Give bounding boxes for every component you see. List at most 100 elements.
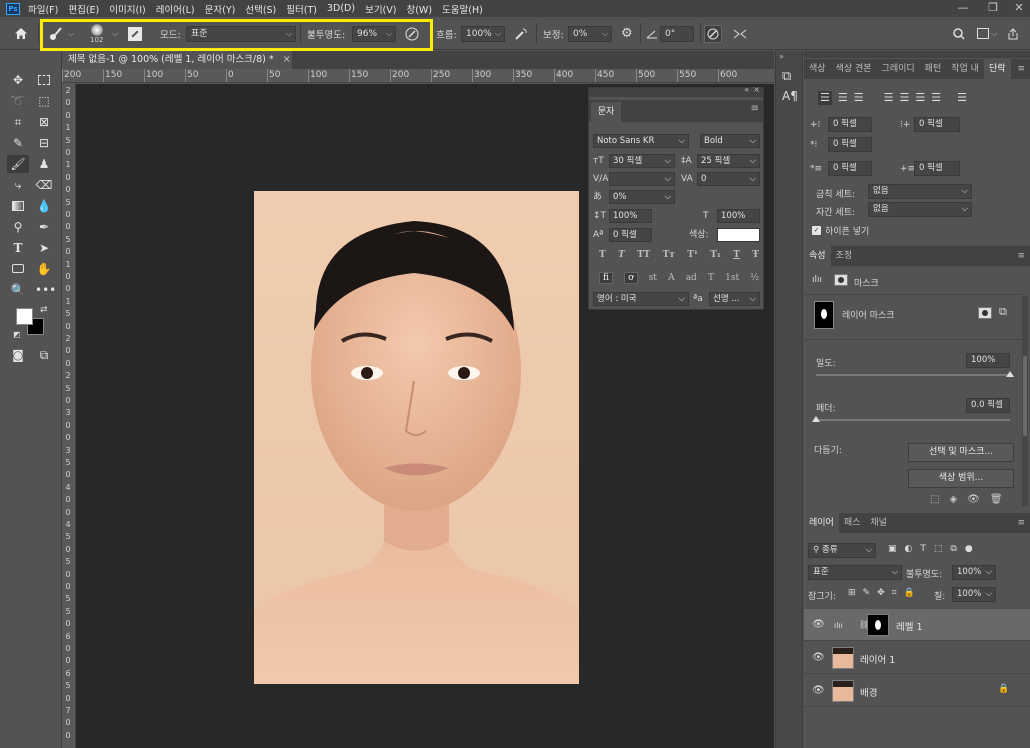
- menu-select[interactable]: 선택(S): [245, 2, 276, 16]
- menu-window[interactable]: 창(W): [406, 2, 432, 16]
- indent-first-field[interactable]: 0 픽셀: [828, 137, 872, 152]
- ligatures-button[interactable]: fi: [599, 272, 614, 284]
- lock-position-icon[interactable]: ✥: [877, 588, 885, 600]
- pen-tool-icon[interactable]: ✒: [35, 218, 53, 236]
- filter-shape-icon[interactable]: ⬚: [934, 544, 943, 557]
- share-icon[interactable]: [1007, 17, 1019, 50]
- ordinals-button[interactable]: T: [708, 273, 714, 283]
- screen-mode-icon[interactable]: ⧉: [35, 346, 53, 364]
- clone-stamp-tool-icon[interactable]: ♟: [35, 155, 53, 173]
- portrait-photo[interactable]: [254, 191, 579, 684]
- tab-gradients[interactable]: 그레이디: [877, 59, 920, 79]
- document-tab[interactable]: 제목 없음-1 @ 100% (레벨 1, 레이어 마스크/8) * ×: [62, 51, 292, 69]
- lock-artboard-icon[interactable]: ⌗: [892, 588, 897, 600]
- strikethrough-button[interactable]: Ŧ: [752, 250, 759, 264]
- all-caps-button[interactable]: TT: [637, 250, 650, 264]
- mojikumi-dropdown[interactable]: 없음 ⌵: [868, 202, 972, 217]
- vector-mask-icon[interactable]: ⧉: [999, 305, 1007, 319]
- underline-button[interactable]: T: [733, 250, 740, 264]
- gear-icon[interactable]: ⚙: [621, 17, 633, 50]
- eye-icon[interactable]: 👁: [812, 685, 825, 697]
- eyedropper-tool-icon[interactable]: ✎: [9, 134, 27, 152]
- filter-type-icon[interactable]: T: [920, 544, 926, 557]
- justify-last-center-icon[interactable]: ☰: [900, 91, 910, 105]
- apply-mask-icon[interactable]: ◈: [949, 494, 957, 508]
- superscript-button[interactable]: T¹: [687, 250, 698, 264]
- tab-color[interactable]: 색상: [804, 59, 831, 79]
- tab-swatches[interactable]: 색상 견본: [831, 59, 877, 79]
- minimize-icon[interactable]: —: [948, 0, 978, 17]
- swash-button[interactable]: st: [649, 273, 657, 283]
- align-left-icon[interactable]: ☰: [818, 91, 832, 105]
- space-after-field[interactable]: 0 픽셀: [914, 161, 960, 176]
- menu-type[interactable]: 문자(Y): [205, 2, 236, 16]
- frame-tool-icon[interactable]: ⊠: [35, 113, 53, 131]
- gradient-tool-icon[interactable]: [9, 197, 27, 215]
- font-family-field[interactable]: Noto Sans KR ⌵: [593, 134, 689, 148]
- small-caps-button[interactable]: Tт: [663, 250, 675, 264]
- collapse-icon[interactable]: »: [779, 52, 784, 61]
- default-colors-icon[interactable]: ◩: [13, 330, 21, 339]
- menu-filter[interactable]: 필터(T): [286, 2, 317, 16]
- text-color-swatch[interactable]: [717, 228, 760, 242]
- history-brush-tool-icon[interactable]: ⤷: [9, 176, 27, 194]
- feather-slider-track[interactable]: [816, 419, 1010, 421]
- indent-left-field[interactable]: 0 픽셀: [828, 117, 872, 132]
- menu-3d[interactable]: 3D(D): [327, 3, 355, 14]
- menu-view[interactable]: 보기(V): [365, 2, 396, 16]
- swap-colors-icon[interactable]: ⇄: [40, 305, 48, 315]
- justify-all-icon[interactable]: ☰: [931, 91, 941, 105]
- flow-field[interactable]: 100% ⌵: [461, 26, 505, 42]
- layer-filter-dropdown[interactable]: ⚲ 종류 ⌵: [808, 543, 876, 558]
- layer-opacity-field[interactable]: 100% ⌵: [952, 565, 996, 580]
- justify-last-right-icon[interactable]: ☰: [915, 91, 925, 105]
- close-icon[interactable]: ×: [753, 85, 760, 94]
- feather-slider-thumb[interactable]: [812, 416, 820, 422]
- properties-scrollbar[interactable]: [1022, 296, 1028, 506]
- ordinal-st-button[interactable]: 1st: [725, 273, 739, 283]
- close-tab-icon[interactable]: ×: [283, 54, 291, 65]
- density-slider-thumb[interactable]: [1006, 371, 1014, 377]
- lock-pixels-icon[interactable]: ✎: [863, 588, 871, 600]
- eraser-tool-icon[interactable]: ⌫: [35, 176, 53, 194]
- quick-mask-icon[interactable]: ◙: [9, 346, 27, 364]
- fractions-button[interactable]: ½: [750, 273, 759, 283]
- select-mask-icon[interactable]: [978, 307, 992, 319]
- tracking-field[interactable]: 0 ⌵: [697, 172, 760, 186]
- layer-row-background[interactable]: 👁 배경 🔒: [804, 675, 1030, 707]
- panel-menu-icon[interactable]: ≡: [751, 103, 759, 114]
- stylistic-alternates-button[interactable]: A: [668, 273, 675, 283]
- hyphenate-checkbox[interactable]: ✓: [812, 226, 821, 235]
- kerning-field[interactable]: ⌵: [609, 172, 675, 186]
- density-field[interactable]: 100%: [966, 353, 1010, 368]
- blend-mode-dropdown[interactable]: 표준 ⌵: [808, 565, 902, 580]
- hand-tool-icon[interactable]: ✋: [35, 260, 53, 278]
- space-before-field[interactable]: 0 픽셀: [828, 161, 872, 176]
- select-and-mask-button[interactable]: 선택 및 마스크...: [908, 443, 1014, 462]
- density-slider-track[interactable]: [816, 374, 1010, 376]
- filter-pixel-icon[interactable]: ▣: [888, 544, 897, 557]
- close-icon[interactable]: ✕: [1004, 0, 1030, 17]
- pressure-size-icon[interactable]: [704, 17, 722, 50]
- object-select-tool-icon[interactable]: ⬚: [35, 92, 53, 110]
- align-right-icon[interactable]: ☰: [854, 91, 864, 105]
- menu-help[interactable]: 도움말(H): [442, 2, 483, 16]
- titling-button[interactable]: ad: [686, 273, 697, 283]
- zoom-tool-icon[interactable]: 🔍: [9, 281, 27, 299]
- anti-alias-dropdown[interactable]: 선명 ... ⌵: [709, 292, 760, 306]
- subscript-button[interactable]: T₁: [710, 250, 721, 264]
- home-icon[interactable]: [14, 17, 28, 50]
- tsume-field[interactable]: 0% ⌵: [609, 190, 675, 204]
- lock-all-icon[interactable]: 🔒: [904, 588, 915, 600]
- brush-tool-active-icon[interactable]: 🖌: [7, 155, 29, 173]
- search-icon[interactable]: [953, 17, 965, 50]
- airbrush-icon[interactable]: [514, 17, 528, 50]
- menu-file[interactable]: 파일(F): [28, 2, 58, 16]
- menu-layer[interactable]: 레이어(L): [156, 2, 195, 16]
- tab-paragraph[interactable]: 단락: [983, 59, 1011, 79]
- feather-field[interactable]: 0.0 픽셀: [966, 398, 1010, 413]
- symmetry-icon[interactable]: [733, 17, 747, 50]
- mask-mode-icon[interactable]: [834, 274, 848, 286]
- path-select-tool-icon[interactable]: ➤: [35, 239, 53, 257]
- faux-bold-button[interactable]: T: [599, 250, 606, 264]
